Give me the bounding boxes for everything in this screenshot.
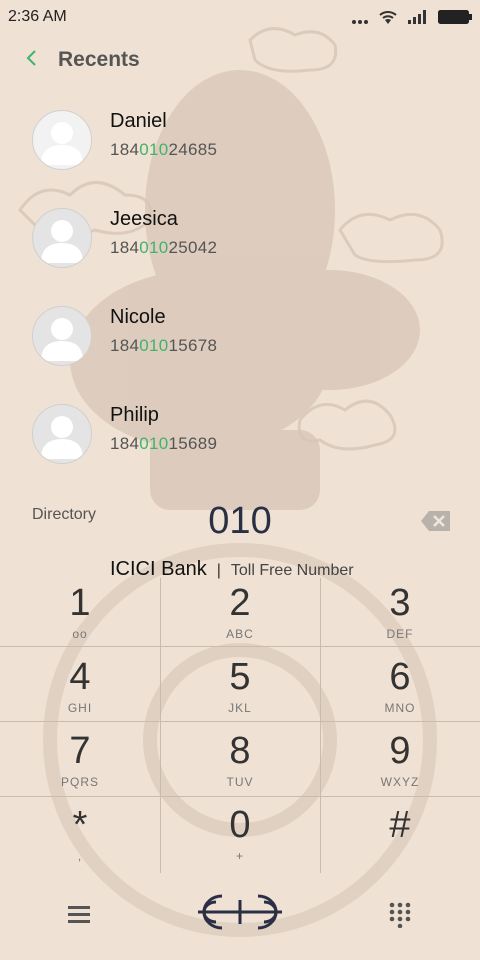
list-item[interactable]: Daniel 18401024685: [0, 106, 480, 196]
menu-icon[interactable]: [68, 904, 92, 929]
key-2[interactable]: 2 ABC: [160, 578, 320, 652]
header: Recents: [0, 40, 480, 80]
avatar: [32, 110, 92, 170]
contact-number: 18401024685: [110, 140, 218, 159]
wifi-icon: [378, 9, 398, 30]
key-hash[interactable]: #: [320, 800, 480, 874]
chevron-left-icon[interactable]: [22, 48, 42, 68]
avatar: [32, 306, 92, 366]
match-description: Toll Free Number: [230, 562, 354, 579]
dialpad-icon[interactable]: [389, 902, 411, 933]
avatar: [32, 208, 92, 268]
page-title: Recents: [58, 48, 140, 71]
contact-name: Jeesica: [110, 208, 178, 230]
contact-number: 18401025042: [110, 238, 218, 257]
contact-number: 18401015689: [110, 434, 218, 453]
list-item[interactable]: Nicole 18401015678: [0, 302, 480, 392]
match-separator: |: [216, 562, 221, 579]
key-7[interactable]: 7 PQRS: [0, 726, 160, 800]
more-dots-icon: [352, 11, 368, 29]
key-5[interactable]: 5 JKL: [160, 652, 320, 726]
key-0[interactable]: 0 +: [160, 800, 320, 874]
battery-icon: [438, 10, 472, 29]
status-bar: 2:36 AM: [0, 0, 480, 34]
key-8[interactable]: 8 TUV: [160, 726, 320, 800]
status-time: 2:36 AM: [8, 8, 67, 25]
key-star[interactable]: *,: [0, 800, 160, 874]
contact-name: Daniel: [110, 110, 167, 132]
key-3[interactable]: 3 DEF: [320, 578, 480, 652]
key-1[interactable]: 1 oo: [0, 578, 160, 652]
match-name: ICICI Bank: [110, 558, 207, 580]
status-icons: [352, 9, 472, 30]
key-6[interactable]: 6 MNO: [320, 652, 480, 726]
contact-number: 18401015678: [110, 336, 218, 355]
dialpad: 1 oo 2 ABC 3 DEF 4 GHI 5 JKL 6 MNO 7 PQRS 8 TUV …: [0, 578, 480, 873]
bottom-bar: [0, 880, 480, 950]
avatar: [32, 404, 92, 464]
contact-name: Philip: [110, 404, 159, 426]
signal-icon: [408, 10, 428, 29]
key-4[interactable]: 4 GHI: [0, 652, 160, 726]
key-9[interactable]: 9 WXYZ: [320, 726, 480, 800]
dialed-number: 010: [208, 500, 272, 542]
backspace-icon[interactable]: [420, 510, 452, 532]
contact-name: Nicole: [110, 306, 166, 328]
list-item[interactable]: Philip 18401015689: [0, 400, 480, 490]
call-logo-icon[interactable]: [192, 890, 288, 939]
list-item[interactable]: Jeesica 18401025042: [0, 204, 480, 294]
